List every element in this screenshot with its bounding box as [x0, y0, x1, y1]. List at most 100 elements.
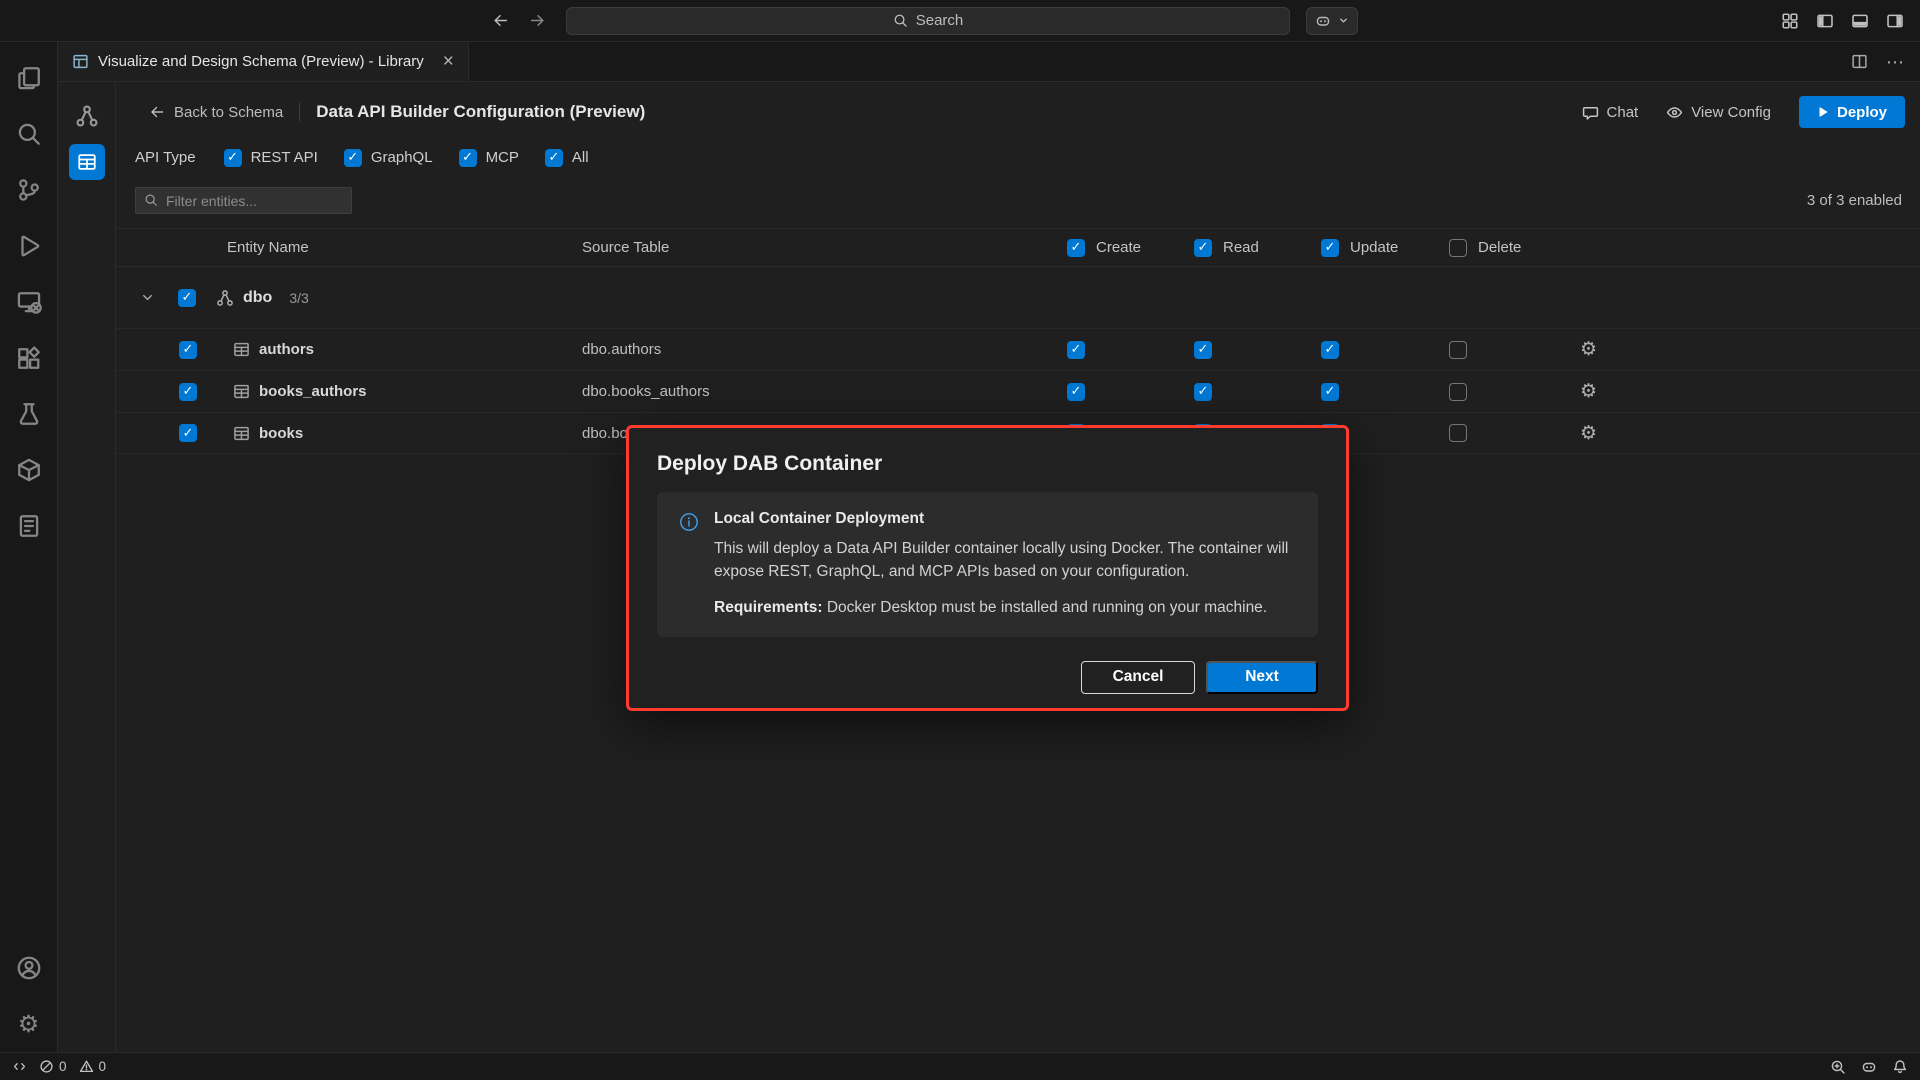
- chat-button[interactable]: Chat: [1582, 104, 1639, 121]
- editor-actions: ⋯: [1851, 42, 1920, 81]
- api-option-rest[interactable]: REST API: [224, 149, 318, 167]
- more-actions-icon[interactable]: ⋯: [1886, 53, 1904, 71]
- deploy-button[interactable]: Deploy: [1799, 96, 1905, 128]
- filter-row: 3 of 3 enabled: [135, 187, 1902, 214]
- read-checkbox[interactable]: [1194, 383, 1212, 401]
- workbench: ⚙ Visualize and Design Schema (Preview) …: [0, 42, 1920, 1052]
- create-checkbox[interactable]: [1067, 341, 1085, 359]
- create-checkbox[interactable]: [1067, 383, 1085, 401]
- command-center-search[interactable]: Search: [566, 7, 1290, 35]
- package-icon[interactable]: [0, 442, 58, 498]
- settings-gear-icon[interactable]: ⚙: [0, 996, 58, 1052]
- titlebar: Search: [0, 0, 1920, 42]
- problems-warnings[interactable]: 0: [79, 1059, 107, 1074]
- tab-title: Visualize and Design Schema (Preview) - …: [98, 53, 424, 70]
- toggle-panel-right-icon[interactable]: [1886, 12, 1904, 30]
- copilot-menu-button[interactable]: [1306, 7, 1358, 35]
- read-all-checkbox[interactable]: [1194, 239, 1212, 257]
- requirements-line: Requirements: Docker Desktop must be ins…: [714, 596, 1296, 619]
- read-checkbox[interactable]: [1194, 341, 1212, 359]
- back-arrow-icon[interactable]: [492, 12, 509, 29]
- search-sidebar-icon[interactable]: [0, 106, 58, 162]
- view-config-button[interactable]: View Config: [1666, 104, 1771, 121]
- schema-designer-icon: [72, 53, 89, 70]
- copilot-status-icon[interactable]: [1861, 1059, 1877, 1075]
- play-icon: [1817, 106, 1829, 118]
- tab-bar: Visualize and Design Schema (Preview) - …: [58, 42, 1920, 82]
- search-icon: [893, 13, 908, 28]
- update-checkbox[interactable]: [1321, 341, 1339, 359]
- schema-icon: [216, 289, 234, 307]
- copilot-icon: [1315, 13, 1331, 29]
- filter-entities-input[interactable]: [135, 187, 352, 214]
- enabled-count: 3 of 3 enabled: [1807, 192, 1902, 209]
- mcp-checkbox[interactable]: [459, 149, 477, 167]
- row-settings-gear-icon[interactable]: ⚙: [1580, 380, 1597, 402]
- schema-view-icon[interactable]: [75, 104, 99, 128]
- info-text: Local Container Deployment This will dep…: [714, 510, 1296, 619]
- graphql-checkbox[interactable]: [344, 149, 362, 167]
- info-icon: [679, 512, 699, 619]
- table-row: authors dbo.authors ⚙: [116, 328, 1920, 370]
- info-panel: Local Container Deployment This will dep…: [657, 492, 1318, 637]
- problems-errors[interactable]: 0: [39, 1059, 67, 1074]
- cancel-button[interactable]: Cancel: [1081, 661, 1195, 694]
- filter-entities-field: [135, 187, 352, 214]
- forward-arrow-icon[interactable]: [529, 12, 546, 29]
- row-settings-gear-icon[interactable]: ⚙: [1580, 338, 1597, 360]
- toggle-panel-bottom-icon[interactable]: [1851, 12, 1869, 30]
- entity-name: books: [259, 425, 303, 442]
- warning-icon: [79, 1059, 94, 1074]
- group-expand-chevron-icon[interactable]: [140, 290, 155, 305]
- api-type-label: API Type: [135, 149, 196, 166]
- row-checkbox[interactable]: [179, 424, 197, 442]
- zoom-icon[interactable]: [1830, 1059, 1846, 1075]
- delete-checkbox[interactable]: [1449, 383, 1467, 401]
- notebook-icon[interactable]: [0, 498, 58, 554]
- explorer-icon[interactable]: [0, 50, 58, 106]
- back-label: Back to Schema: [174, 104, 283, 121]
- group-name: dbo: [243, 289, 272, 307]
- schema-group-row: dbo 3/3: [116, 267, 1920, 328]
- chevron-down-icon: [1338, 15, 1349, 26]
- api-option-mcp[interactable]: MCP: [459, 149, 519, 167]
- chat-icon: [1582, 104, 1599, 121]
- create-all-checkbox[interactable]: [1067, 239, 1085, 257]
- tab-close-icon[interactable]: ×: [443, 52, 454, 71]
- titlebar-nav: [0, 12, 546, 29]
- accounts-icon[interactable]: [0, 940, 58, 996]
- row-checkbox[interactable]: [179, 383, 197, 401]
- row-settings-gear-icon[interactable]: ⚙: [1580, 422, 1597, 444]
- row-checkbox[interactable]: [179, 341, 197, 359]
- notifications-bell-icon[interactable]: [1892, 1059, 1908, 1075]
- testing-icon[interactable]: [0, 386, 58, 442]
- group-checkbox[interactable]: [178, 289, 196, 307]
- delete-all-checkbox[interactable]: [1449, 239, 1467, 257]
- split-editor-icon[interactable]: [1851, 53, 1868, 70]
- next-button[interactable]: Next: [1206, 661, 1318, 694]
- remote-indicator[interactable]: [12, 1059, 27, 1074]
- delete-checkbox[interactable]: [1449, 341, 1467, 359]
- col-update: Update: [1321, 239, 1449, 257]
- update-all-checkbox[interactable]: [1321, 239, 1339, 257]
- vscode-window: Search: [0, 0, 1920, 1080]
- extensions-icon[interactable]: [0, 330, 58, 386]
- back-to-schema-link[interactable]: Back to Schema: [149, 104, 283, 121]
- header-divider: [299, 103, 300, 121]
- api-option-all[interactable]: All: [545, 149, 589, 167]
- source-control-icon[interactable]: [0, 162, 58, 218]
- remote-explorer-icon[interactable]: [0, 274, 58, 330]
- api-option-graphql[interactable]: GraphQL: [344, 149, 433, 167]
- dab-config-view-button[interactable]: [69, 144, 105, 180]
- customize-layout-icon[interactable]: [1781, 12, 1799, 30]
- source-table: dbo.books_authors: [582, 383, 1067, 400]
- error-count: 0: [59, 1059, 67, 1074]
- tab-visualize-design-schema[interactable]: Visualize and Design Schema (Preview) - …: [58, 42, 469, 81]
- run-debug-icon[interactable]: [0, 218, 58, 274]
- update-checkbox[interactable]: [1321, 383, 1339, 401]
- table-icon: [233, 383, 250, 400]
- rest-api-checkbox[interactable]: [224, 149, 242, 167]
- delete-checkbox[interactable]: [1449, 424, 1467, 442]
- all-checkbox[interactable]: [545, 149, 563, 167]
- toggle-panel-left-icon[interactable]: [1816, 12, 1834, 30]
